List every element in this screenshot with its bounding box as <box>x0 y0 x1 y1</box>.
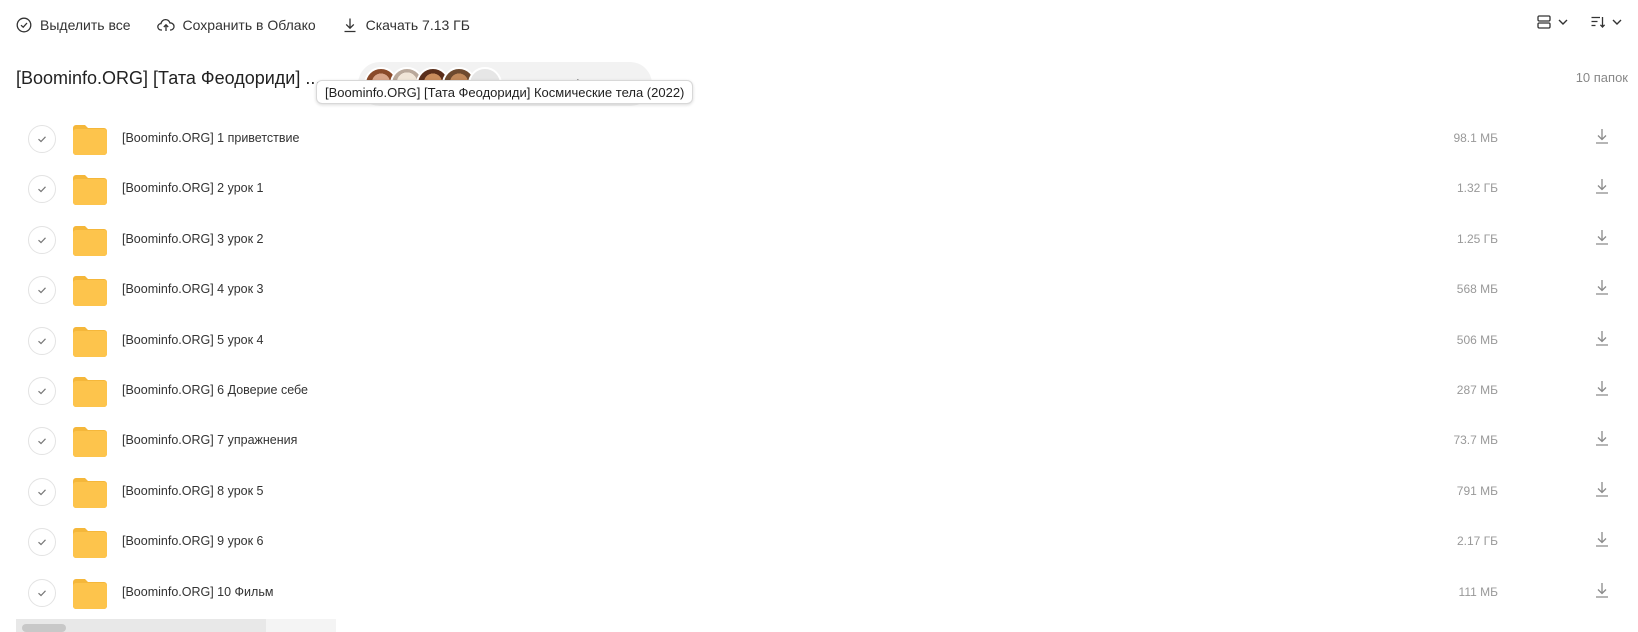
folder-size: 506 МБ <box>1456 332 1498 347</box>
download-all-button[interactable]: Скачать 7.13 ГБ <box>342 17 470 33</box>
folder-size: 568 МБ <box>1456 282 1498 297</box>
check-icon <box>38 388 46 395</box>
folder-icon <box>73 578 107 609</box>
folder-name[interactable]: [Boominfo.ORG] 8 урок 5 <box>122 484 264 498</box>
chevron-down-icon <box>1558 19 1568 25</box>
chevron-down-icon <box>1612 19 1622 25</box>
folder-size: 287 МБ <box>1456 382 1498 397</box>
download-icon[interactable] <box>1594 480 1610 498</box>
folder-list: [Boominfo.ORG] 1 приветствие 98.1 МБ [Boom… <box>0 114 1638 618</box>
download-icon <box>344 18 356 33</box>
folder-size: 98.1 МБ <box>1453 131 1498 145</box>
title-tooltip: [Boominfo.ORG] [Тата Феодориди] Космичес… <box>316 80 694 104</box>
check-icon <box>38 539 46 546</box>
folder-name[interactable]: [Boominfo.ORG] 6 Доверие себе <box>122 383 308 397</box>
folder-name[interactable]: [Boominfo.ORG] 3 урок 2 <box>122 232 264 246</box>
folder-name[interactable]: [Boominfo.ORG] 7 упражнения <box>122 433 297 447</box>
download-icon[interactable] <box>1594 329 1610 347</box>
select-all-label: Выделить все <box>40 17 131 33</box>
sort-icon <box>1591 16 1606 28</box>
folder-icon <box>73 326 107 357</box>
download-icon[interactable] <box>1594 429 1610 447</box>
cloud-upload-icon <box>156 18 175 31</box>
folder-size: 2.17 ГБ <box>1456 534 1498 549</box>
folder-icon <box>73 225 107 256</box>
folder-name[interactable]: [Boominfo.ORG] 4 урок 3 <box>122 282 264 296</box>
view-controls <box>1516 14 1624 30</box>
folder-row[interactable]: [Boominfo.ORG] 3 урок 2 1.25 ГБ <box>0 215 1638 265</box>
download-icon[interactable] <box>1594 379 1610 397</box>
partial-badge <box>22 624 66 632</box>
download-icon[interactable] <box>1594 127 1610 145</box>
folder-name[interactable]: [Boominfo.ORG] 5 урок 4 <box>122 333 264 347</box>
folder-name[interactable]: [Boominfo.ORG] 10 Фильм <box>122 585 273 599</box>
select-checkbox[interactable] <box>28 175 56 204</box>
select-checkbox[interactable] <box>28 578 56 607</box>
select-checkbox[interactable] <box>28 477 56 506</box>
select-all-button[interactable]: Выделить все <box>16 17 131 33</box>
select-checkbox[interactable] <box>28 528 56 557</box>
check-circle-icon <box>16 17 32 33</box>
download-icon[interactable] <box>1594 177 1610 195</box>
check-icon <box>38 438 46 445</box>
download-icon[interactable] <box>1594 581 1610 599</box>
folder-name[interactable]: [Boominfo.ORG] 2 урок 1 <box>122 181 264 195</box>
folder-size: 73.7 МБ <box>1453 433 1498 448</box>
folder-count: 10 папок <box>1575 70 1628 85</box>
folder-icon <box>73 427 107 458</box>
check-icon <box>38 337 46 344</box>
folder-row[interactable]: [Boominfo.ORG] 2 урок 1 1.32 ГБ <box>0 164 1638 214</box>
folder-icon <box>73 125 107 155</box>
folder-size: 791 МБ <box>1456 483 1498 498</box>
folder-row[interactable]: [Boominfo.ORG] 4 урок 3 568 МБ <box>0 265 1638 315</box>
save-to-cloud-label: Сохранить в Облако <box>182 17 316 33</box>
folder-row[interactable]: [Boominfo.ORG] 1 приветствие 98.1 МБ <box>0 114 1638 164</box>
select-checkbox[interactable] <box>28 427 56 456</box>
select-checkbox[interactable] <box>28 326 56 355</box>
select-checkbox[interactable] <box>28 276 56 305</box>
check-icon <box>38 489 46 496</box>
check-icon <box>38 287 46 294</box>
check-icon <box>38 237 46 244</box>
download-icon[interactable] <box>1594 530 1610 548</box>
folder-size: 1.25 ГБ <box>1456 231 1498 246</box>
folder-row[interactable]: [Boominfo.ORG] 7 упражнения 73.7 МБ <box>0 416 1638 466</box>
select-checkbox[interactable] <box>28 225 56 254</box>
folder-icon <box>73 376 107 407</box>
folder-name[interactable]: [Boominfo.ORG] 1 приветствие <box>122 131 299 145</box>
folder-row[interactable]: [Boominfo.ORG] 6 Доверие себе 287 МБ <box>0 366 1638 416</box>
download-icon[interactable] <box>1594 278 1610 296</box>
folder-row[interactable]: [Boominfo.ORG] 8 урок 5 791 МБ <box>0 467 1638 517</box>
folder-row[interactable]: [Boominfo.ORG] 10 Фильм 111 МБ <box>0 568 1638 618</box>
partial-preview-strip <box>16 619 336 632</box>
folder-size: 111 МБ <box>1458 584 1498 599</box>
check-icon <box>38 589 46 596</box>
select-checkbox[interactable] <box>28 376 56 405</box>
folder-icon <box>73 175 107 206</box>
folder-icon <box>73 528 107 559</box>
folder-row[interactable]: [Boominfo.ORG] 9 урок 6 2.17 ГБ <box>0 517 1638 567</box>
check-icon <box>38 136 46 143</box>
save-to-cloud-button[interactable]: Сохранить в Облако <box>156 17 316 33</box>
download-all-label: Скачать 7.13 ГБ <box>365 17 470 33</box>
folder-header: [Boominfo.ORG] [Тата Феодориди] ... 48 Л… <box>16 62 1628 106</box>
partial-thumbnail <box>266 619 336 632</box>
folder-icon <box>73 477 107 508</box>
view-toggle-button[interactable] <box>1536 14 1570 30</box>
folder-size: 1.32 ГБ <box>1456 181 1498 196</box>
page-title: [Boominfo.ORG] [Тата Феодориди] ... <box>16 68 321 88</box>
download-icon[interactable] <box>1594 228 1610 246</box>
view-list-icon <box>1537 15 1551 29</box>
check-icon <box>38 186 46 193</box>
sort-button[interactable] <box>1590 14 1624 30</box>
folder-name[interactable]: [Boominfo.ORG] 9 урок 6 <box>122 534 264 548</box>
select-checkbox[interactable] <box>28 125 56 153</box>
folder-row[interactable]: [Boominfo.ORG] 5 урок 4 506 МБ <box>0 316 1638 366</box>
toolbar: Выделить все Сохранить в Облако Скачать … <box>16 14 496 36</box>
folder-icon <box>73 276 107 307</box>
